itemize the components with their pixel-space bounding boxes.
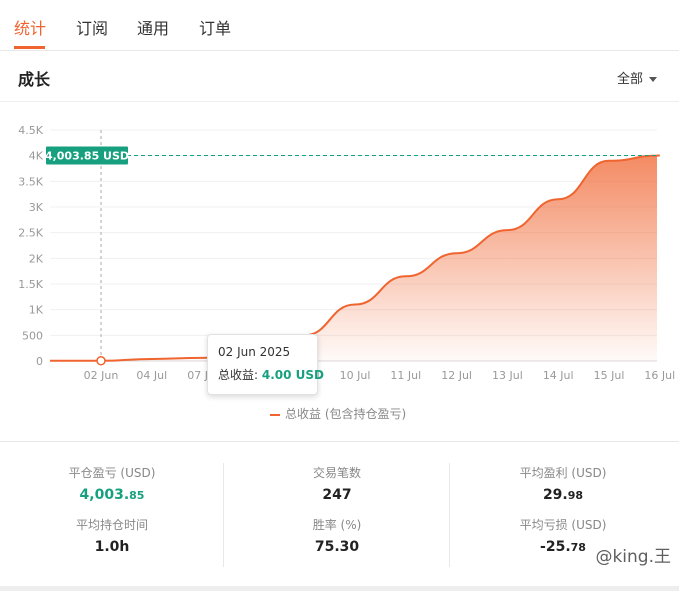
x-tick-label: 12 Jul bbox=[441, 369, 472, 382]
y-tick-label: 1.5K bbox=[18, 278, 43, 291]
stat-label: 平均盈利 (USD) bbox=[519, 466, 607, 480]
section-title: 成长 bbox=[18, 70, 51, 89]
stat-value: 247 bbox=[322, 487, 352, 503]
stat-value: 1.0h bbox=[94, 539, 130, 555]
stats-panel: 平仓盈亏 (USD) 4,003.85 交易笔数 247 平均盈利 (USD) … bbox=[0, 441, 679, 586]
x-tick-label: 13 Jul bbox=[492, 369, 523, 382]
tab-orders[interactable]: 订单 bbox=[199, 15, 231, 39]
y-tick-label: 1K bbox=[29, 304, 44, 317]
y-tick-label: 500 bbox=[22, 329, 43, 342]
tooltip-row: 总收益: 4.00 USD bbox=[218, 366, 324, 383]
stat-value: 4,003.85 bbox=[79, 487, 145, 503]
y-tick-label: 3K bbox=[29, 201, 44, 214]
y-tick-label: 0 bbox=[36, 355, 43, 368]
tab-general[interactable]: 通用 bbox=[137, 15, 169, 39]
stat-win-rate: 胜率 (%) 75.30 bbox=[237, 516, 437, 555]
chart-legend[interactable]: 总收益 (包含持仓盈亏) bbox=[270, 405, 406, 422]
growth-section-header: 成长 全部 bbox=[0, 52, 679, 102]
y-tick-label: 2.5K bbox=[18, 227, 43, 240]
chart-tooltip: 02 Jun 2025 总收益: 4.00 USD bbox=[207, 334, 324, 395]
legend-swatch bbox=[270, 413, 280, 416]
stat-label: 平均持仓时间 bbox=[75, 518, 148, 532]
tab-statistics[interactable]: 统计 bbox=[14, 15, 46, 39]
range-filter-dropdown[interactable]: 全部 bbox=[617, 68, 657, 87]
watermark: @king.王 bbox=[595, 547, 671, 567]
tooltip-value: 4.00 USD bbox=[261, 368, 325, 382]
tooltip-label: 总收益: bbox=[218, 368, 259, 382]
stat-value: 29.98 bbox=[542, 487, 584, 503]
y-tick-label: 3.5K bbox=[18, 175, 43, 188]
tab-subscriptions[interactable]: 订阅 bbox=[76, 15, 108, 39]
bottom-bar bbox=[0, 586, 679, 591]
x-tick-label: 10 Jul bbox=[340, 369, 371, 382]
stat-label: 平仓盈亏 (USD) bbox=[68, 466, 156, 480]
stat-label: 交易笔数 bbox=[312, 466, 361, 480]
stat-avg-hold-time: 平均持仓时间 1.0h bbox=[12, 516, 212, 555]
x-tick-label: 16 Jul bbox=[644, 369, 675, 382]
range-filter-label: 全部 bbox=[616, 72, 643, 87]
stat-label: 胜率 (%) bbox=[312, 518, 362, 532]
stats-divider bbox=[449, 463, 450, 567]
hover-point bbox=[96, 356, 106, 366]
y-tick-label: 2K bbox=[29, 252, 44, 265]
y-tick-label: 4.5K bbox=[18, 124, 43, 137]
x-tick-label: 14 Jul bbox=[543, 369, 574, 382]
active-tab-indicator bbox=[14, 46, 45, 49]
growth-chart[interactable]: 0 500 1K 1.5K 2K 2.5K 3K 3.5K 4K 4.5K 02 Jun 04 Jul… bbox=[0, 102, 679, 402]
x-tick-label: 02 Jun bbox=[84, 369, 119, 382]
caret-down-icon bbox=[649, 77, 657, 82]
x-tick-label: 11 Jul bbox=[390, 369, 421, 382]
legend-label: 总收益 (包含持仓盈亏) bbox=[285, 407, 407, 421]
stat-label: 平均亏损 (USD) bbox=[519, 518, 607, 532]
x-tick-label: 04 Jul bbox=[136, 369, 167, 382]
crosshair-value-label: 4,003.85 USD bbox=[45, 149, 129, 162]
stats-divider bbox=[223, 463, 224, 567]
stat-closed-pnl: 平仓盈亏 (USD) 4,003.85 bbox=[12, 464, 212, 503]
x-tick-label: 15 Jul bbox=[594, 369, 625, 382]
stat-avg-profit: 平均盈利 (USD) 29.98 bbox=[463, 464, 663, 503]
tab-bar: 统计 订阅 通用 订单 bbox=[0, 0, 679, 51]
y-tick-label: 4K bbox=[29, 150, 44, 163]
stat-trade-count: 交易笔数 247 bbox=[237, 464, 437, 503]
stat-value: 75.30 bbox=[314, 539, 360, 555]
tooltip-date: 02 Jun 2025 bbox=[218, 345, 291, 359]
